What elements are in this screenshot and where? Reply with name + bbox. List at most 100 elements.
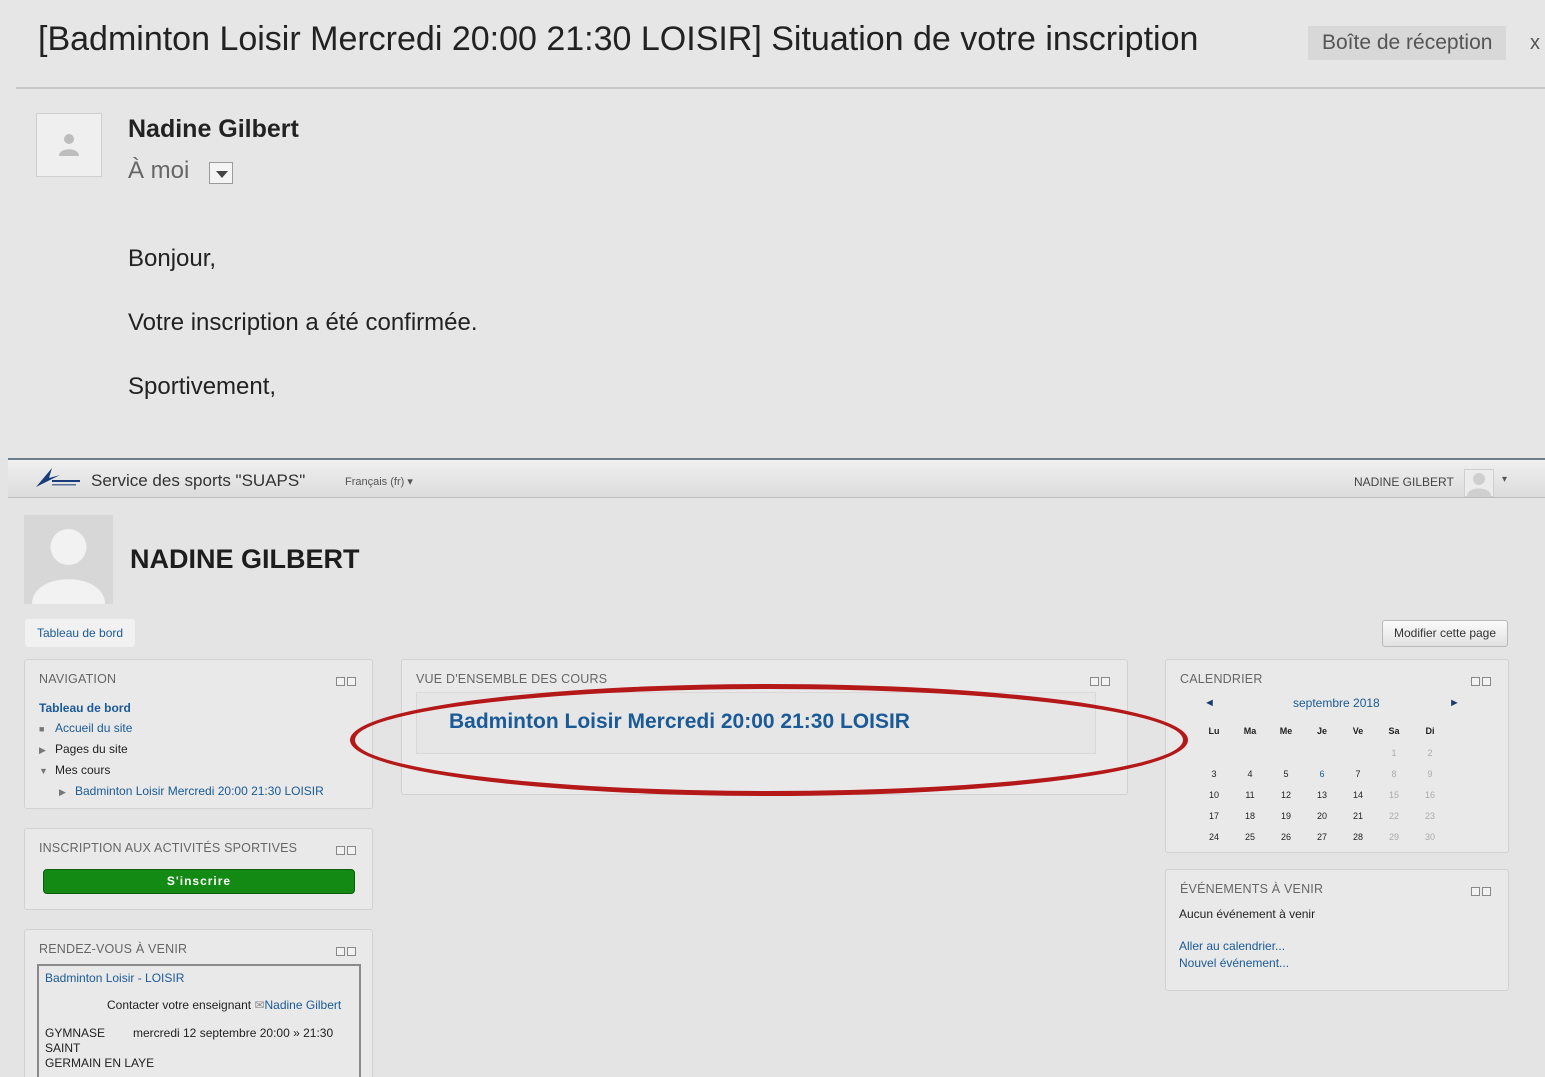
nav-item-course[interactable]: ▶ Badminton Loisir Mercredi 20:00 21:30 L… bbox=[39, 781, 324, 802]
show-details-dropdown-icon[interactable] bbox=[209, 162, 233, 184]
person-icon bbox=[32, 529, 105, 604]
teacher-link[interactable]: Nadine Gilbert bbox=[265, 998, 342, 1012]
new-event-link[interactable]: Nouvel événement... bbox=[1179, 956, 1289, 970]
nav-item-label[interactable]: Mes cours bbox=[55, 763, 110, 777]
calendar-day[interactable]: 10 bbox=[1196, 784, 1232, 805]
site-name[interactable]: Service des sports "SUAPS" bbox=[91, 471, 305, 491]
calendar-day bbox=[1268, 742, 1304, 763]
calendar-day[interactable]: 21 bbox=[1340, 805, 1376, 826]
weekday: Me bbox=[1279, 726, 1293, 736]
calendar-day[interactable]: 20 bbox=[1304, 805, 1340, 826]
calendar-week-row: 24 25 26 27 28 29 30 bbox=[1196, 826, 1448, 847]
calendar-day[interactable]: 15 bbox=[1376, 784, 1412, 805]
calendar-day[interactable]: 11 bbox=[1232, 784, 1268, 805]
course-link[interactable]: Badminton Loisir Mercredi 20:00 21:30 LO… bbox=[449, 710, 910, 734]
block-title: RENDEZ-VOUS À VENIR bbox=[39, 942, 188, 956]
subscribe-button[interactable]: S'inscrire bbox=[43, 869, 355, 894]
calendar-day[interactable]: 9 bbox=[1412, 763, 1448, 784]
calendar-day[interactable]: 22 bbox=[1376, 805, 1412, 826]
calendar-day[interactable]: 3 bbox=[1196, 763, 1232, 784]
previous-month-icon[interactable]: ◄ bbox=[1204, 697, 1215, 709]
calendar-day[interactable]: 7 bbox=[1340, 763, 1376, 784]
expand-icon[interactable]: ▶ bbox=[59, 782, 75, 802]
block-controls-icon[interactable] bbox=[1090, 673, 1112, 686]
breadcrumb[interactable]: Tableau de bord bbox=[25, 619, 136, 647]
calendar-day[interactable]: 1 bbox=[1376, 742, 1412, 763]
remove-label-button[interactable]: x bbox=[1530, 32, 1540, 55]
place-line: SAINT bbox=[45, 1041, 81, 1055]
nav-item-label[interactable]: Pages du site bbox=[55, 742, 128, 756]
edit-page-button[interactable]: Modifier cette page bbox=[1382, 620, 1508, 647]
calendar-week-row: 17 18 19 20 21 22 23 bbox=[1196, 805, 1448, 826]
weekday: Je bbox=[1316, 726, 1327, 736]
person-icon bbox=[59, 134, 79, 156]
inbox-label[interactable]: Boîte de réception bbox=[1308, 26, 1507, 60]
weekday: Sa bbox=[1388, 726, 1400, 736]
upcoming-events-block: ÉVÉNEMENTS À VENIR Aucun événement à ven… bbox=[1165, 869, 1509, 991]
sender-avatar bbox=[36, 113, 102, 177]
goto-calendar-link[interactable]: Aller au calendrier... bbox=[1179, 939, 1285, 953]
calendar-day[interactable]: 5 bbox=[1268, 763, 1304, 784]
mail-icon: ✉ bbox=[254, 998, 265, 1012]
inscription-block: INSCRIPTION AUX ACTIVITÉS SPORTIVES S'in… bbox=[24, 828, 373, 910]
block-controls-icon[interactable] bbox=[336, 673, 358, 686]
nav-item-site-home[interactable]: ■ Accueil du site bbox=[39, 718, 324, 739]
calendar-day[interactable]: 6 bbox=[1304, 763, 1340, 784]
calendar-day[interactable]: 27 bbox=[1304, 826, 1340, 847]
block-controls-icon[interactable] bbox=[336, 842, 358, 855]
email-body-line: Bonjour, bbox=[128, 245, 217, 272]
calendar-week-row: 10 11 12 13 14 15 16 bbox=[1196, 784, 1448, 805]
block-title: ÉVÉNEMENTS À VENIR bbox=[1180, 882, 1324, 896]
block-title: INSCRIPTION AUX ACTIVITÉS SPORTIVES bbox=[39, 841, 298, 855]
expand-icon[interactable]: ▶ bbox=[39, 740, 55, 760]
language-menu[interactable]: Français (fr) ▾ bbox=[345, 475, 413, 488]
nav-item-site-pages[interactable]: ▶ Pages du site bbox=[39, 739, 324, 760]
email-body-line: Sportivement, bbox=[128, 373, 277, 400]
calendar-day[interactable]: 16 bbox=[1412, 784, 1448, 805]
weekday: Lu bbox=[1208, 726, 1220, 736]
appointment-card: Badminton Loisir - LOISIR Contacter votr… bbox=[37, 964, 361, 1077]
calendar-day[interactable]: 8 bbox=[1376, 763, 1412, 784]
calendar-day[interactable]: 26 bbox=[1268, 826, 1304, 847]
nav-item-my-courses[interactable]: ▼ Mes cours bbox=[39, 760, 324, 781]
weekday: Ve bbox=[1352, 726, 1364, 736]
calendar-day[interactable]: 23 bbox=[1412, 805, 1448, 826]
block-controls-icon[interactable] bbox=[1471, 673, 1493, 686]
calendar-day[interactable]: 28 bbox=[1340, 826, 1376, 847]
calendar-month[interactable]: septembre 2018 bbox=[1293, 696, 1380, 710]
calendar-day[interactable]: 14 bbox=[1340, 784, 1376, 805]
appointment-course-link[interactable]: Badminton Loisir - LOISIR bbox=[45, 971, 184, 985]
user-menu-caret-icon[interactable]: ▾ bbox=[1502, 474, 1507, 485]
sender-name[interactable]: Nadine Gilbert bbox=[128, 115, 299, 144]
calendar-day[interactable]: 29 bbox=[1376, 826, 1412, 847]
email-body-line: Votre inscription a été confirmée. bbox=[128, 309, 478, 336]
nav-item-dashboard[interactable]: Tableau de bord bbox=[39, 698, 324, 718]
next-month-icon[interactable]: ► bbox=[1449, 697, 1460, 709]
appointments-block: RENDEZ-VOUS À VENIR Badminton Loisir - L… bbox=[24, 929, 373, 1077]
calendar-day[interactable]: 25 bbox=[1232, 826, 1268, 847]
collapse-icon[interactable]: ▼ bbox=[39, 761, 55, 781]
calendar-day[interactable]: 19 bbox=[1268, 805, 1304, 826]
calendar-day bbox=[1340, 742, 1376, 763]
appointment-datetime: mercredi 12 septembre 20:00 » 21:30 bbox=[133, 1026, 334, 1040]
block-title: CALENDRIER bbox=[1180, 672, 1263, 686]
nav-item-label[interactable]: Accueil du site bbox=[55, 721, 132, 735]
calendar-day[interactable]: 4 bbox=[1232, 763, 1268, 784]
calendar-day[interactable]: 24 bbox=[1196, 826, 1232, 847]
calendar-day bbox=[1232, 742, 1268, 763]
block-controls-icon[interactable] bbox=[1471, 883, 1493, 896]
calendar-day[interactable]: 30 bbox=[1412, 826, 1448, 847]
calendar-day[interactable]: 2 bbox=[1412, 742, 1448, 763]
email-subject: [Badminton Loisir Mercredi 20:00 21:30 L… bbox=[38, 20, 1199, 58]
calendar-day[interactable]: 13 bbox=[1304, 784, 1340, 805]
calendar-week-row: 3456789 bbox=[1196, 763, 1448, 784]
calendar-days: 1 2 3 4 5 6 7 8 9 10 11 12 13 14 15 16 17 18 19 20 21 22 23 24 2… bbox=[1196, 742, 1448, 847]
calendar-day[interactable]: 17 bbox=[1196, 805, 1232, 826]
calendar-day[interactable]: 18 bbox=[1232, 805, 1268, 826]
user-menu-name[interactable]: NADINE GILBERT bbox=[1354, 475, 1454, 489]
nav-item-label[interactable]: Badminton Loisir Mercredi 20:00 21:30 LO… bbox=[75, 784, 324, 798]
user-avatar[interactable] bbox=[1464, 469, 1494, 497]
calendar-week-row: 12 bbox=[1196, 742, 1448, 763]
block-controls-icon[interactable] bbox=[336, 943, 358, 956]
calendar-day[interactable]: 12 bbox=[1268, 784, 1304, 805]
